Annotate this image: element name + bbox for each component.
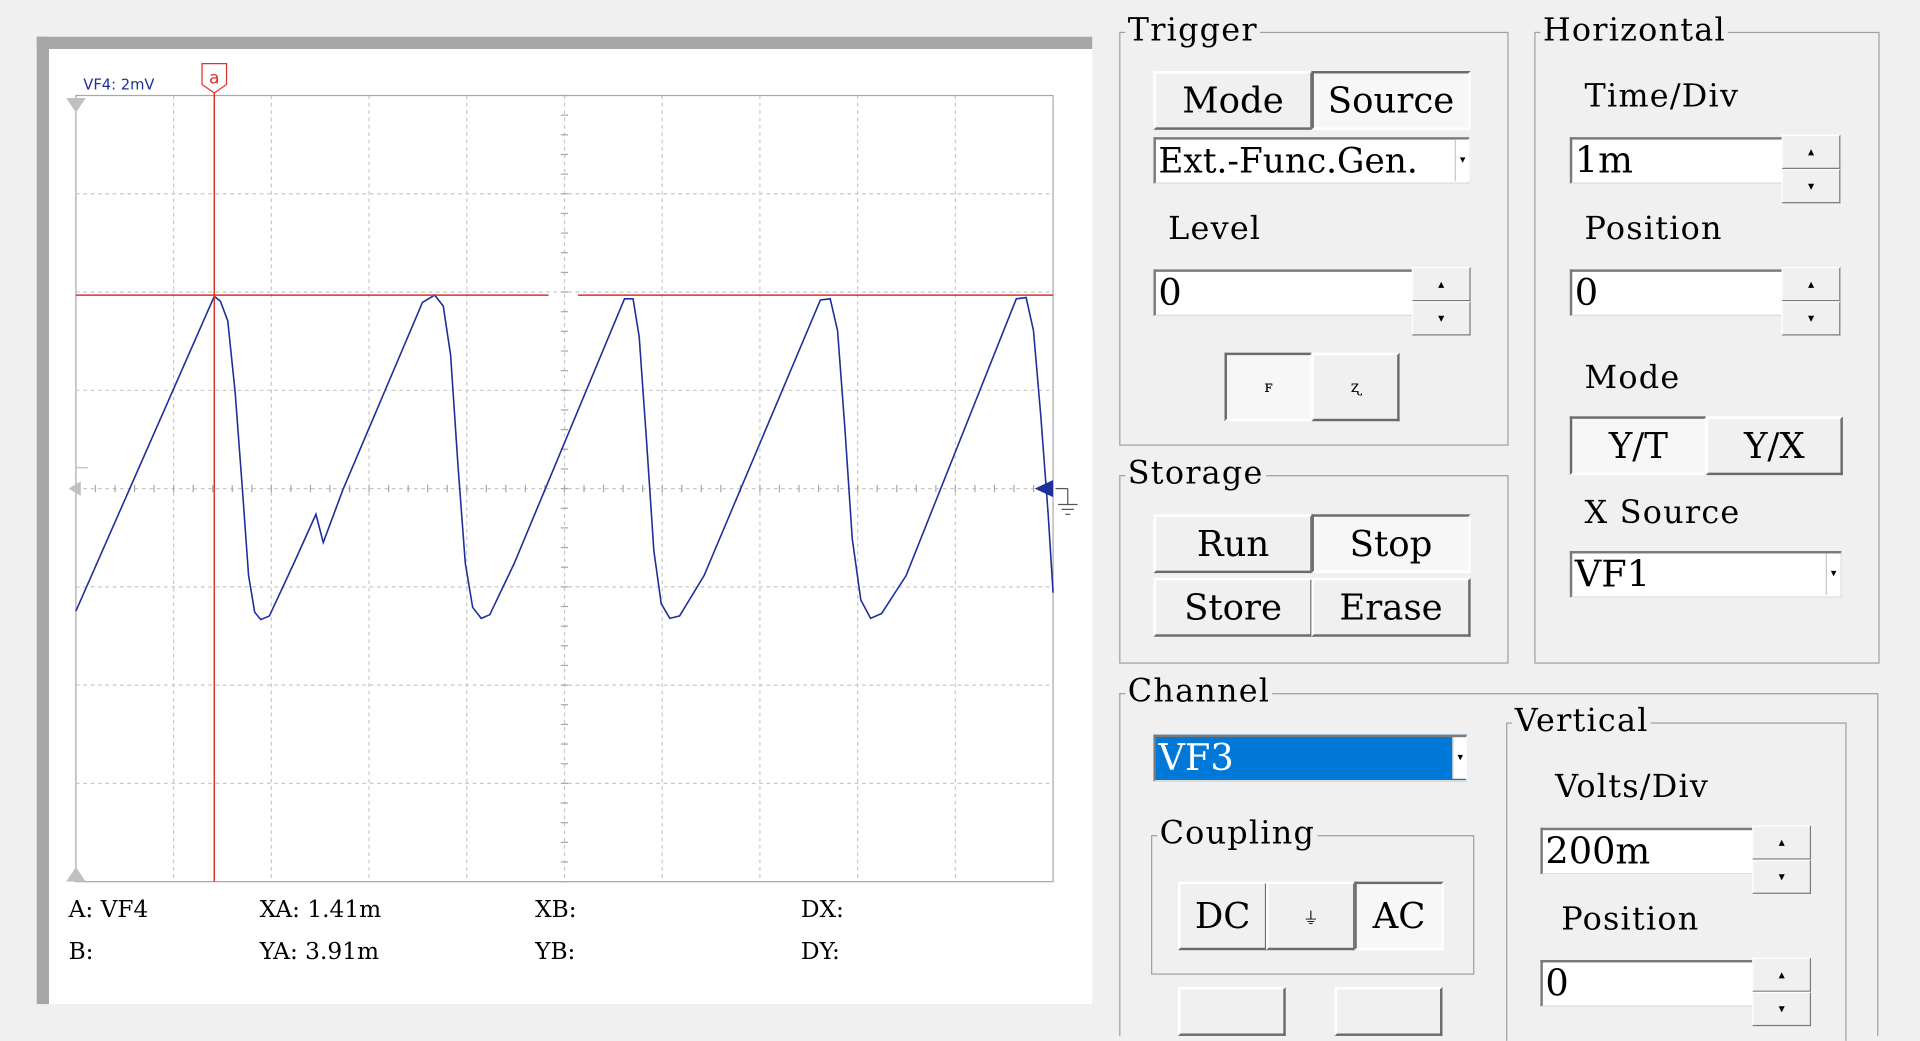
stepper-up-icon[interactable]: ▴: [1752, 957, 1812, 992]
stepper-down-icon[interactable]: ▾: [1781, 301, 1841, 336]
falling-edge-icon: ʐ: [1350, 377, 1361, 397]
vertical-position-input[interactable]: 0: [1540, 960, 1754, 1007]
ground-symbol-icon: [1055, 487, 1078, 515]
channel-ground-marker-icon[interactable]: [1034, 480, 1054, 498]
yt-mode-button[interactable]: Y/T: [1569, 416, 1707, 476]
stepper-down-icon[interactable]: ▾: [1781, 168, 1841, 204]
rising-edge-icon: ꜰ: [1264, 377, 1273, 397]
readout-ya: YA: 3.91m: [259, 937, 380, 965]
yx-mode-button[interactable]: Y/X: [1705, 416, 1843, 476]
readout-dx: DX:: [800, 896, 844, 924]
storage-store-button[interactable]: Store: [1153, 577, 1313, 637]
stepper-down-icon[interactable]: ▾: [1752, 991, 1812, 1027]
storage-title: Storage: [1125, 456, 1266, 492]
trigger-source-select[interactable]: Ext.-Func.Gen.: [1153, 137, 1470, 184]
horizontal-position-input[interactable]: 0: [1569, 269, 1783, 316]
readout-xb: XB:: [535, 896, 577, 924]
stepper-up-icon[interactable]: ▴: [1411, 266, 1471, 302]
trigger-level-label: Level: [1168, 210, 1262, 248]
time-div-label: Time/Div: [1584, 78, 1740, 116]
channel-scale-label: VF4: 2mV: [83, 75, 155, 94]
zero-marker-icon: [68, 481, 81, 496]
top-marker-icon: [66, 97, 86, 113]
x-source-select[interactable]: VF1: [1569, 551, 1842, 598]
trigger-level-stepper[interactable]: ▴ ▾: [1411, 266, 1471, 336]
readout-b-channel: B:: [68, 937, 94, 965]
volts-div-stepper[interactable]: ▴ ▾: [1752, 825, 1812, 894]
stepper-up-icon[interactable]: ▴: [1781, 266, 1841, 302]
bottom-marker-icon: [66, 866, 86, 882]
coupling-gnd-button[interactable]: ⏚: [1266, 881, 1356, 951]
chevron-down-icon[interactable]: ▾: [1454, 139, 1470, 182]
horizontal-position-label: Position: [1584, 210, 1723, 248]
trigger-mode-button[interactable]: Mode: [1153, 71, 1313, 130]
stepper-down-icon[interactable]: ▾: [1411, 301, 1471, 336]
chevron-down-icon[interactable]: ▾: [1452, 737, 1467, 779]
stepper-up-icon[interactable]: ▴: [1752, 825, 1812, 860]
horizontal-position-stepper[interactable]: ▴ ▾: [1781, 266, 1841, 336]
stepper-down-icon[interactable]: ▾: [1752, 859, 1812, 894]
storage-run-button[interactable]: Run: [1153, 514, 1313, 574]
coupling-dc-button[interactable]: DC: [1177, 881, 1268, 951]
vertical-position-label: Position: [1561, 901, 1700, 938]
readout-yb: YB:: [535, 937, 576, 965]
channel-extra-button-1[interactable]: [1177, 986, 1286, 1036]
trigger-title: Trigger: [1125, 13, 1261, 48]
vertical-title: Vertical: [1512, 704, 1652, 739]
coupling-title: Coupling: [1157, 816, 1318, 852]
x-source-label: X Source: [1584, 494, 1741, 532]
stepper-up-icon[interactable]: ▴: [1781, 134, 1841, 169]
channel-select[interactable]: VF3: [1153, 734, 1467, 782]
trigger-source-button[interactable]: Source: [1311, 71, 1471, 130]
time-div-input[interactable]: 1m: [1569, 137, 1783, 184]
horizontal-title: Horizontal: [1540, 13, 1729, 48]
storage-stop-button[interactable]: Stop: [1311, 514, 1471, 574]
volts-div-input[interactable]: 200m: [1540, 827, 1754, 875]
time-div-stepper[interactable]: ▴ ▾: [1781, 134, 1841, 204]
trigger-rising-edge-button[interactable]: ꜰ: [1224, 352, 1313, 422]
oscilloscope-app: a VF4: 2mV A: VF4 B: XA: 1.41m YA: 3.91m…: [0, 0, 1920, 1041]
coupling-ac-button[interactable]: AC: [1354, 881, 1444, 951]
vertical-position-stepper[interactable]: ▴ ▾: [1752, 957, 1812, 1027]
readout-a-channel: A: VF4: [68, 896, 149, 924]
scope-screen: a: [66, 63, 1078, 883]
ground-icon: ⏚: [1302, 909, 1319, 928]
storage-erase-button[interactable]: Erase: [1311, 577, 1471, 637]
trigger-falling-edge-button[interactable]: ʐ: [1311, 352, 1400, 422]
channel-extra-button-2[interactable]: [1334, 986, 1443, 1036]
readout-xa: XA: 1.41m: [259, 896, 382, 924]
trigger-level-input[interactable]: 0: [1153, 269, 1414, 316]
chevron-down-icon[interactable]: ▾: [1825, 553, 1841, 596]
cursor-a-label: a: [209, 68, 220, 88]
volts-div-label: Volts/Div: [1555, 768, 1710, 806]
readout-dy: DY:: [800, 937, 840, 965]
horizontal-mode-label: Mode: [1584, 360, 1681, 397]
channel-title: Channel: [1125, 674, 1273, 709]
